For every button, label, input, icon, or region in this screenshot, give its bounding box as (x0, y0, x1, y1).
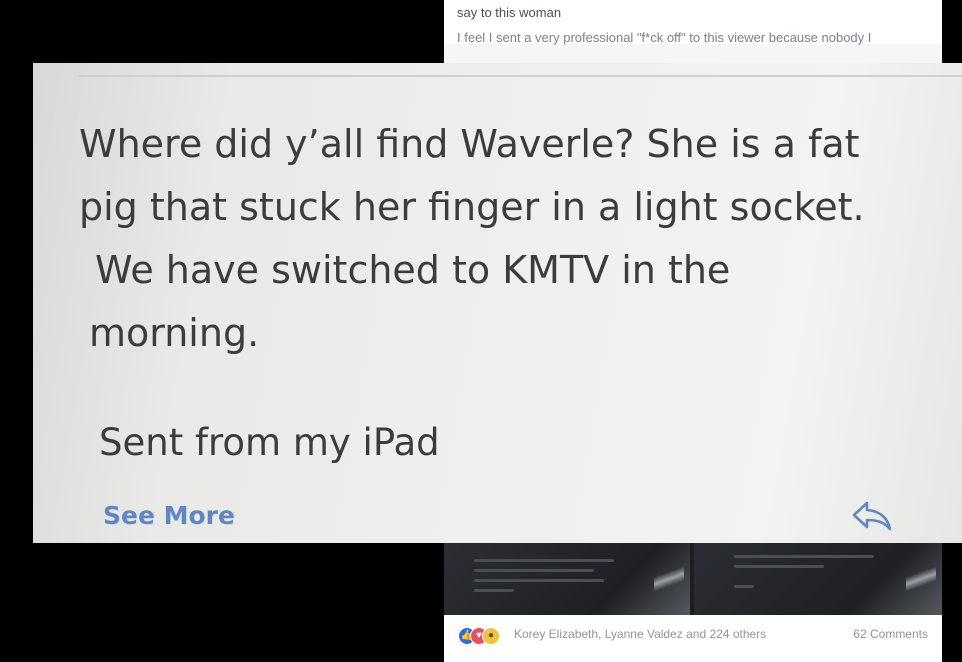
wow-icon: ● (482, 627, 500, 645)
email-line: We have switched to KMTV in the (95, 248, 731, 292)
post-footer: 👍 ♥ ● Korey Elizabeth, Lyanne Valdez and… (444, 615, 942, 662)
email-line: pig that stuck her finger in a light soc… (79, 185, 865, 229)
email-body: Where did y’all find Waverle? She is a f… (79, 113, 939, 365)
post-text-line: say to this woman (457, 5, 562, 20)
post-text-area: say to this woman I feel I sent a very p… (444, 0, 942, 45)
post-image-thumbnail[interactable] (694, 543, 942, 615)
see-more-link[interactable]: See More (103, 501, 235, 530)
reactors-link[interactable]: Korey Elizabeth, Lyanne Valdez and 224 o… (514, 627, 766, 641)
email-line: Where did y’all find Waverle? She is a f… (79, 122, 860, 166)
email-line: morning. (89, 311, 260, 355)
reply-arrow-icon[interactable] (851, 499, 893, 533)
screenshot: say to this woman I feel I sent a very p… (0, 0, 962, 662)
divider (78, 75, 962, 77)
post-text-line: I feel I sent a very professional "f*ck … (457, 30, 872, 45)
post-image-grid (444, 543, 942, 615)
comments-link[interactable]: 62 Comments (853, 627, 928, 641)
post-image-thumbnail[interactable] (444, 543, 690, 615)
email-signature: Sent from my iPad (99, 421, 440, 464)
email-photo: Where did y’all find Waverle? She is a f… (33, 63, 962, 543)
